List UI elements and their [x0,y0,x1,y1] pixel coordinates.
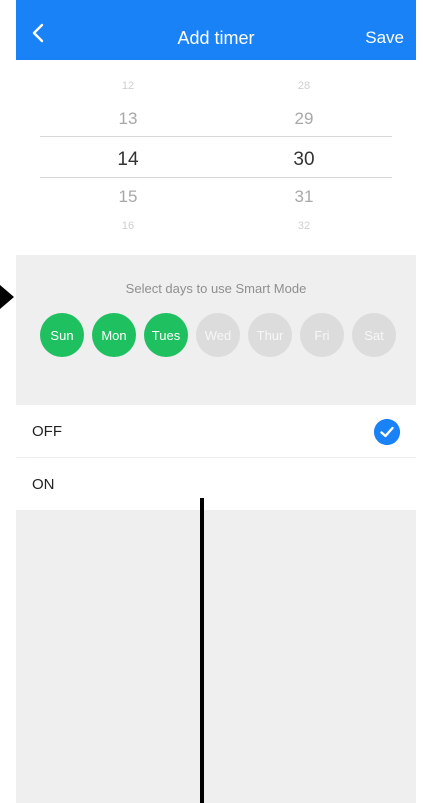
hour-wheel[interactable]: 12 13 14 15 16 [68,60,188,255]
hour-option[interactable]: 13 [68,109,188,129]
minute-option[interactable]: 31 [244,187,364,207]
minute-option[interactable]: 29 [244,109,364,129]
smart-mode-days: Select days to use Smart Mode Sun Mon Tu… [16,255,416,405]
selection-line-bottom [40,177,392,178]
pointer-arrow-icon [0,285,14,309]
day-toggle-sun[interactable]: Sun [40,313,84,357]
day-toggle-tues[interactable]: Tues [144,313,188,357]
top-nav-bar: Add timer Save [16,0,416,60]
day-toggle-wed[interactable]: Wed [196,313,240,357]
add-timer-screen: Add timer Save 12 13 14 15 16 28 29 30 3… [16,0,416,803]
checkmark-icon [374,419,400,445]
day-toggle-mon[interactable]: Mon [92,313,136,357]
minute-option[interactable]: 32 [244,220,364,232]
smart-mode-label: Select days to use Smart Mode [125,281,307,296]
option-off-label: OFF [32,423,62,440]
minute-wheel[interactable]: 28 29 30 31 32 [244,60,364,255]
selected-hour[interactable]: 14 [68,149,188,171]
hour-option[interactable]: 12 [68,80,188,92]
minute-option[interactable]: 28 [244,80,364,92]
selection-line-top [40,136,392,137]
hour-option[interactable]: 15 [68,187,188,207]
day-toggle-thur[interactable]: Thur [248,313,292,357]
option-off-row[interactable]: OFF [16,405,416,457]
time-picker[interactable]: 12 13 14 15 16 28 29 30 31 32 [16,60,416,255]
option-on-row[interactable]: ON [16,458,416,510]
save-button[interactable]: Save [365,28,404,48]
day-toggle-sat[interactable]: Sat [352,313,396,357]
annotation-line [200,498,204,803]
selected-minute[interactable]: 30 [244,149,364,171]
hour-option[interactable]: 16 [68,220,188,232]
day-toggle-fri[interactable]: Fri [300,313,344,357]
option-on-label: ON [32,476,55,493]
page-title: Add timer [177,28,255,48]
